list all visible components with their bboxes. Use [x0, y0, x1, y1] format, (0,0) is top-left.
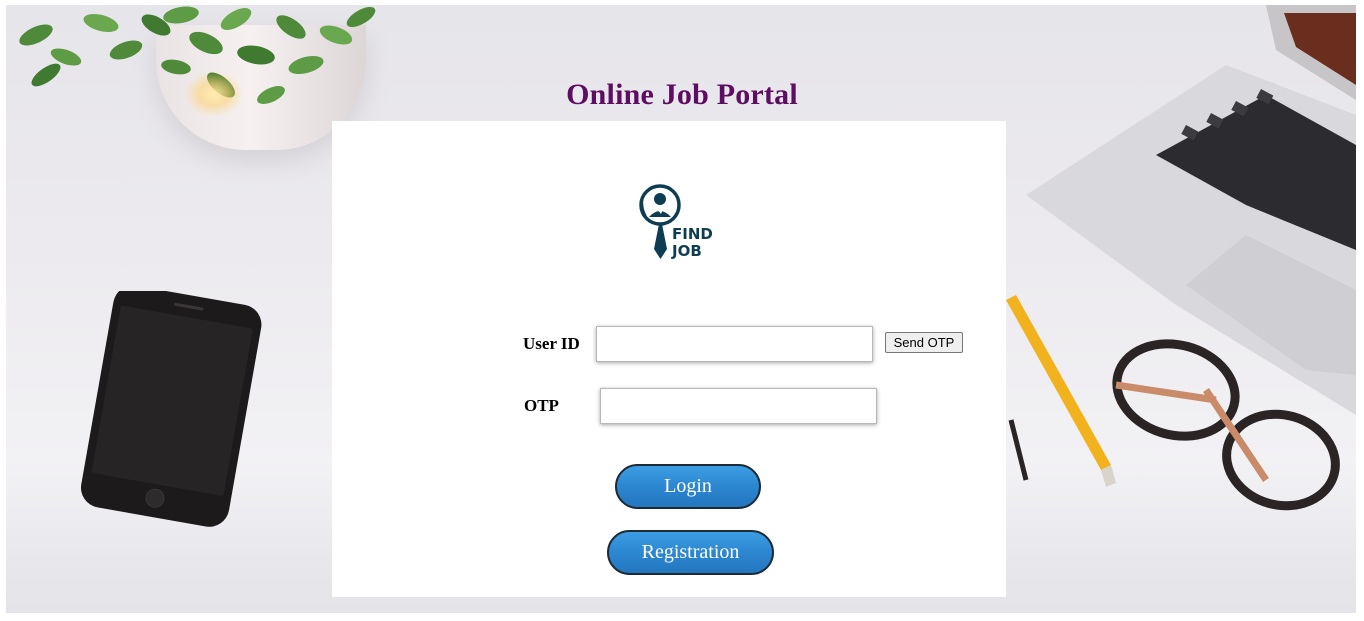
- user-id-input[interactable]: [596, 326, 873, 362]
- otp-input[interactable]: [600, 388, 877, 424]
- logo-line-find: FIND: [672, 225, 713, 243]
- login-card: FIND JOB User ID Send OTP OTP Login Regi…: [332, 121, 1006, 597]
- find-job-logo: FIND JOB: [639, 184, 713, 260]
- page-title: Online Job Portal: [566, 78, 798, 111]
- user-id-label: User ID: [523, 334, 580, 353]
- otp-label: OTP: [524, 396, 559, 415]
- registration-button[interactable]: Registration: [607, 530, 774, 575]
- logo-line-job: JOB: [671, 242, 702, 260]
- smartphone: [80, 291, 262, 527]
- send-otp-button[interactable]: Send OTP: [885, 332, 963, 353]
- eyeglasses: [1008, 339, 1340, 511]
- login-button[interactable]: Login: [615, 464, 761, 509]
